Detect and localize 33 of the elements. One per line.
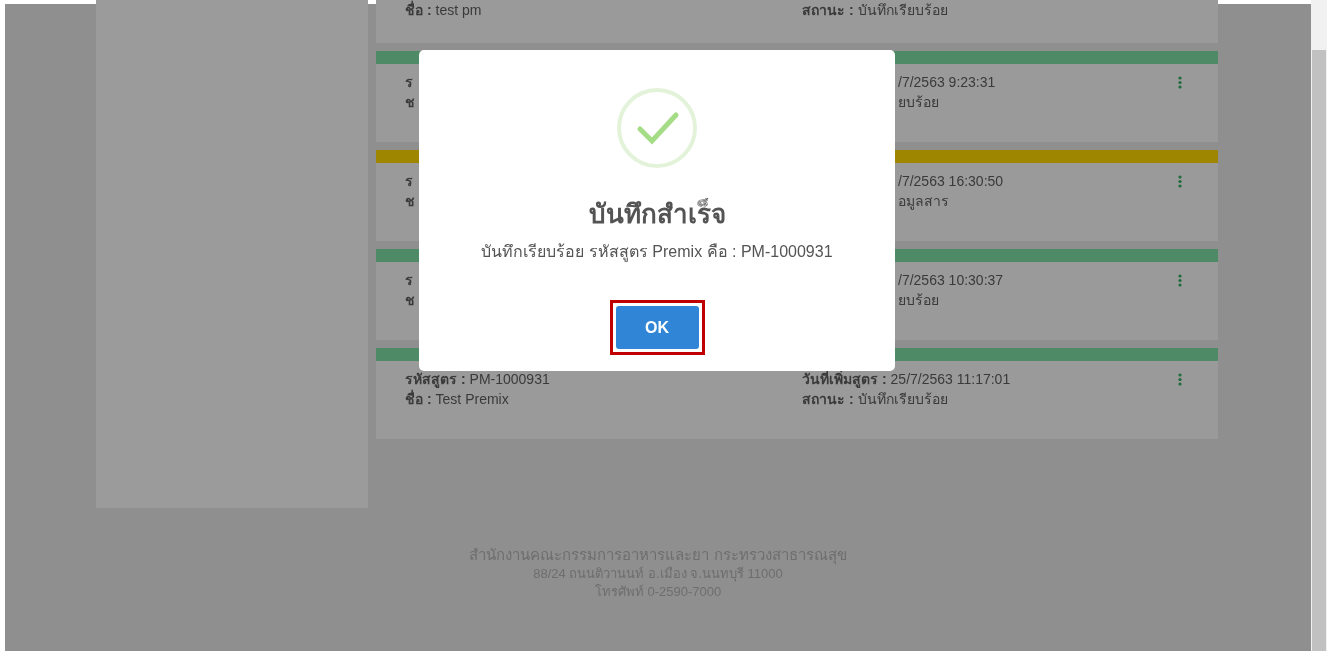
field-label: ร xyxy=(405,270,413,290)
field-value: /7/2563 16:30:50 xyxy=(898,171,1004,191)
field-value: 25/7/2563 11:17:01 xyxy=(890,369,1011,389)
more-options-icon[interactable] xyxy=(1178,274,1182,287)
more-options-icon[interactable] xyxy=(1178,175,1182,188)
scrollbar[interactable] xyxy=(1311,0,1327,651)
more-options-icon[interactable] xyxy=(1178,76,1182,89)
field-label: รหัสสูตร : xyxy=(405,369,466,389)
field-label: สถานะ : xyxy=(802,0,854,20)
field-value: บันทึกเรียบร้อย xyxy=(857,0,948,20)
field-value: PM-1000931 xyxy=(469,369,550,389)
field-value: test pm xyxy=(435,0,482,20)
field-label: ร xyxy=(405,171,413,191)
ok-button[interactable]: OK xyxy=(615,306,699,349)
field-value: Test Premix xyxy=(435,389,509,409)
field-label: ร xyxy=(405,72,413,92)
field-value: อมูลสาร xyxy=(898,191,949,212)
dialog-title: บันทึกสำเร็จ xyxy=(588,197,726,231)
field-label: สถานะ : xyxy=(802,389,854,409)
field-label: ช xyxy=(405,191,415,211)
field-value: ยบร้อย xyxy=(898,92,939,112)
check-circle-icon xyxy=(616,87,698,169)
field-label: วันที่เพิ่มสูตร : xyxy=(802,369,887,390)
field-value: บันทึกเรียบร้อย xyxy=(857,389,948,409)
field-value: ยบร้อย xyxy=(898,290,939,310)
dialog-message: บันทึกเรียบร้อย รหัสสูตร Premix คือ : PM-1000931 xyxy=(481,242,833,264)
more-options-icon[interactable] xyxy=(1178,373,1182,386)
field-label: ชื่อ : xyxy=(405,0,432,20)
field-label: ช xyxy=(405,290,415,310)
field-label: ชื่อ : xyxy=(405,388,432,409)
field-value: /7/2563 10:30:37 xyxy=(898,270,1004,290)
field-value: /7/2563 9:23:31 xyxy=(898,72,996,92)
field-label: ช xyxy=(405,92,415,112)
